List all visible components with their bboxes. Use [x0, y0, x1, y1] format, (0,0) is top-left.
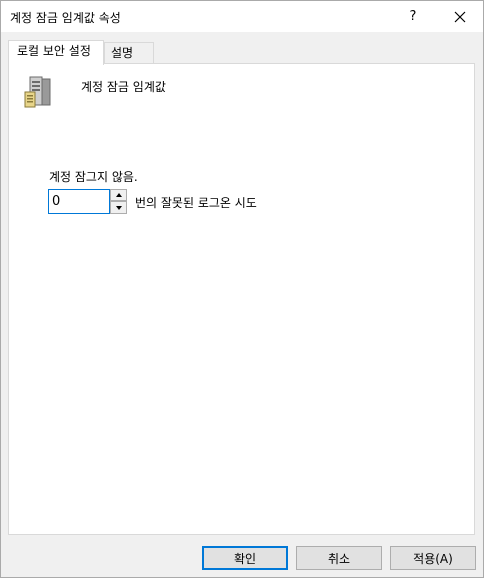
- close-icon: [454, 11, 466, 22]
- chevron-up-icon: [115, 193, 122, 197]
- tab-explain[interactable]: 설명: [104, 42, 154, 64]
- status-label: 계정 잠그지 않음.: [49, 170, 138, 184]
- increment-button[interactable]: [110, 189, 127, 201]
- window-title: 계정 잠금 임계값 속성: [10, 11, 121, 25]
- ok-button[interactable]: 확인: [202, 546, 288, 570]
- tab-panel: [8, 63, 475, 535]
- chevron-down-icon: [115, 205, 122, 210]
- cancel-button[interactable]: 취소: [296, 546, 382, 570]
- decrement-button[interactable]: [110, 201, 127, 214]
- properties-dialog: 계정 잠금 임계값 속성 ? 로컬 보안 설정 설명 계정 잠금 임계값 계정 …: [0, 0, 484, 578]
- tab-local-security-setting[interactable]: 로컬 보안 설정: [8, 40, 104, 65]
- threshold-input[interactable]: [48, 189, 110, 214]
- threshold-stepper[interactable]: [110, 189, 127, 214]
- attempts-label: 번의 잘못된 로그온 시도: [135, 196, 257, 210]
- tab-strip: 로컬 보안 설정 설명: [8, 40, 478, 65]
- server-icon: [24, 76, 51, 108]
- policy-title: 계정 잠금 임계값: [81, 80, 166, 94]
- apply-button[interactable]: 적용(A): [390, 546, 476, 570]
- threshold-field[interactable]: [52, 193, 107, 210]
- close-button[interactable]: [437, 1, 483, 32]
- title-bar[interactable]: 계정 잠금 임계값 속성 ?: [1, 1, 483, 32]
- help-button[interactable]: ?: [390, 1, 436, 32]
